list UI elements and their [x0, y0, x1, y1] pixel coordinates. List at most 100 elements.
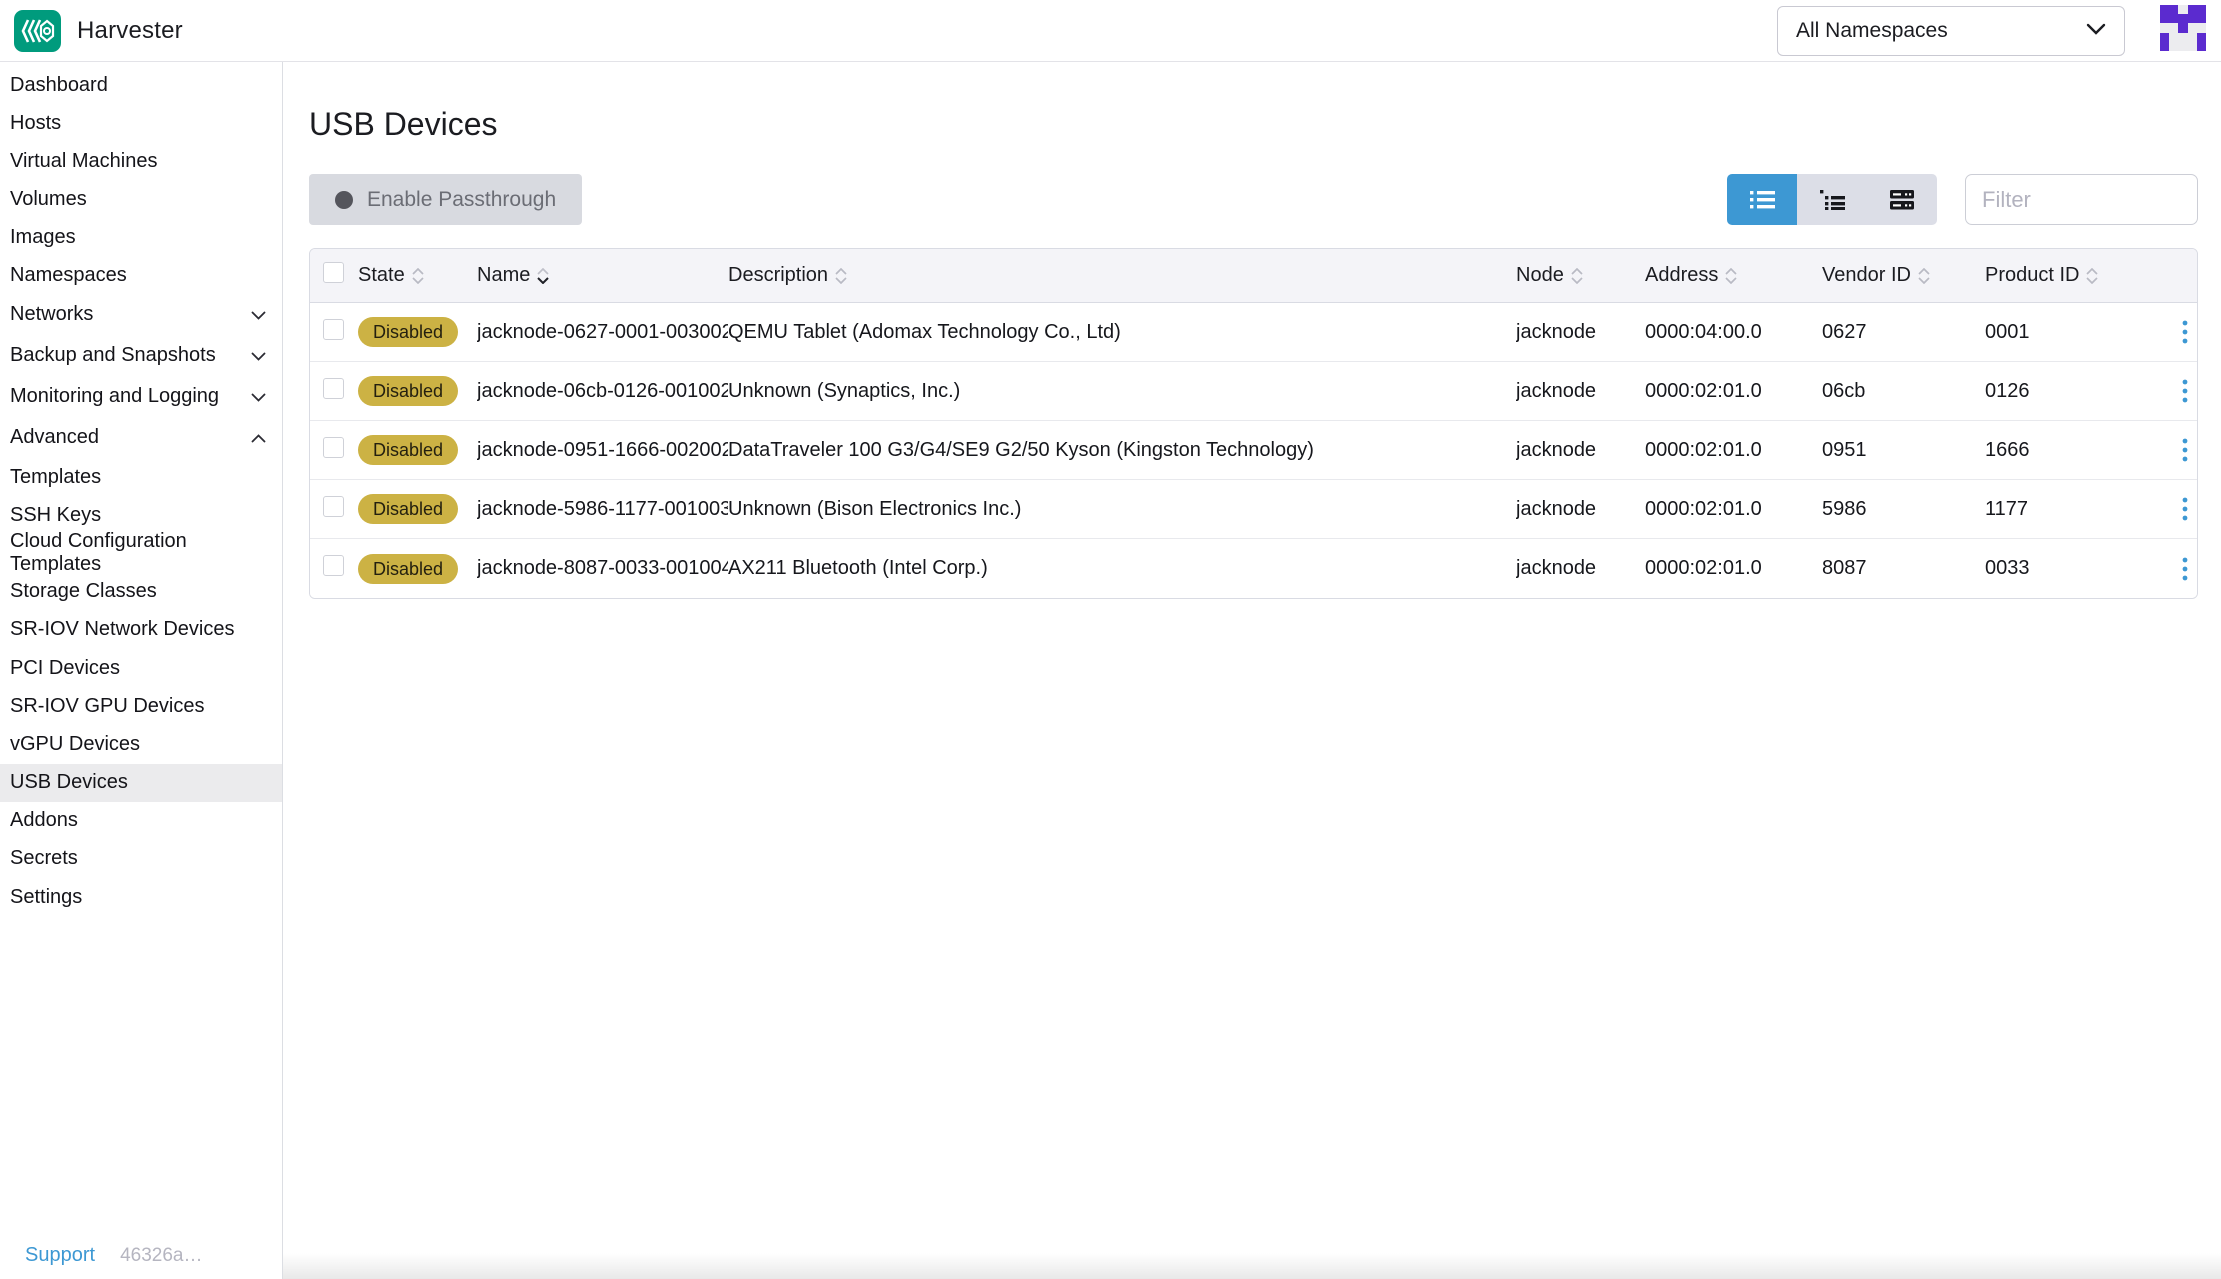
version-label: 46326a…	[120, 1245, 202, 1267]
sidebar-item-templates[interactable]: Templates	[0, 458, 282, 496]
select-all-checkbox[interactable]	[323, 262, 344, 283]
namespace-selected-value: All Namespaces	[1796, 19, 1948, 43]
sidebar-item-pci-devices[interactable]: PCI Devices	[0, 649, 282, 687]
device-name: jacknode-0627-0001-003002	[477, 321, 728, 344]
sidebar-group-monitoring-and-logging[interactable]: Monitoring and Logging	[0, 376, 282, 417]
chevron-down-icon	[251, 303, 266, 326]
sidebar-item-images[interactable]: Images	[0, 218, 282, 256]
sidebar-item-ssh-keys[interactable]: SSH Keys	[0, 496, 282, 534]
sidebar-item-vgpu-devices[interactable]: vGPU Devices	[0, 725, 282, 763]
chevron-down-icon	[251, 385, 266, 408]
column-header-product-id[interactable]: Product ID	[1985, 264, 2172, 287]
chevron-down-icon	[251, 344, 266, 367]
device-description: Unknown (Synaptics, Inc.)	[728, 380, 1516, 403]
circle-icon	[335, 191, 353, 209]
device-name: jacknode-5986-1177-001003	[477, 498, 728, 521]
row-checkbox[interactable]	[323, 496, 344, 517]
table-row: Disabled jacknode-8087-0033-001004 AX211…	[310, 539, 2197, 598]
status-badge: Disabled	[358, 435, 458, 465]
vertical-ellipsis-icon	[2182, 438, 2188, 462]
top-bar: Harvester All Namespaces	[0, 0, 2221, 62]
status-badge: Disabled	[358, 494, 458, 524]
row-checkbox[interactable]	[323, 378, 344, 399]
view-taxonomy-button[interactable]	[1797, 174, 1867, 225]
row-actions-button[interactable]	[2174, 553, 2196, 585]
column-header-state[interactable]: State	[358, 264, 477, 287]
list-view-icon	[1750, 190, 1775, 209]
sidebar-footer: Support 46326a…	[25, 1244, 202, 1267]
row-actions-button[interactable]	[2174, 375, 2196, 407]
device-name: jacknode-8087-0033-001004	[477, 557, 728, 580]
table-row: Disabled jacknode-0951-1666-002002 DataT…	[310, 421, 2197, 480]
namespace-selector[interactable]: All Namespaces	[1777, 6, 2125, 56]
device-product-id: 1177	[1985, 498, 2172, 521]
sidebar-item-sr-iov-network-devices[interactable]: SR-IOV Network Devices	[0, 611, 282, 649]
view-list-button[interactable]	[1727, 174, 1797, 225]
device-description: DataTraveler 100 G3/G4/SE9 G2/50 Kyson (…	[728, 439, 1516, 462]
vertical-ellipsis-icon	[2182, 497, 2188, 521]
device-name: jacknode-06cb-0126-001002	[477, 380, 728, 403]
actions-row: Enable Passthrough	[309, 174, 2198, 225]
row-actions-button[interactable]	[2174, 316, 2196, 348]
sort-icon	[1918, 268, 1930, 284]
column-header-vendor-id[interactable]: Vendor ID	[1822, 264, 1985, 287]
sort-icon	[835, 268, 847, 284]
row-checkbox[interactable]	[323, 319, 344, 340]
device-product-id: 0126	[1985, 380, 2172, 403]
sidebar-group-networks[interactable]: Networks	[0, 294, 282, 335]
table-row: Disabled jacknode-06cb-0126-001002 Unkno…	[310, 362, 2197, 421]
device-address: 0000:02:01.0	[1645, 439, 1822, 462]
device-vendor-id: 06cb	[1822, 380, 1985, 403]
sidebar-item-addons[interactable]: Addons	[0, 802, 282, 840]
user-avatar[interactable]	[2160, 5, 2206, 51]
column-header-node[interactable]: Node	[1516, 264, 1645, 287]
device-name: jacknode-0951-1666-002002	[477, 439, 728, 462]
vertical-ellipsis-icon	[2182, 379, 2188, 403]
row-actions-button[interactable]	[2174, 493, 2196, 525]
device-vendor-id: 0627	[1822, 321, 1985, 344]
support-link[interactable]: Support	[25, 1244, 95, 1267]
chevron-up-icon	[251, 426, 266, 449]
config-view-icon	[1890, 190, 1914, 210]
row-actions-button[interactable]	[2174, 434, 2196, 466]
column-header-description[interactable]: Description	[728, 264, 1516, 287]
select-all-cell	[310, 262, 358, 289]
enable-passthrough-button[interactable]: Enable Passthrough	[309, 174, 582, 225]
device-node: jacknode	[1516, 321, 1645, 344]
row-checkbox[interactable]	[323, 437, 344, 458]
row-checkbox[interactable]	[323, 555, 344, 576]
device-vendor-id: 0951	[1822, 439, 1985, 462]
device-product-id: 1666	[1985, 439, 2172, 462]
vertical-ellipsis-icon	[2182, 320, 2188, 344]
harvester-logo-icon	[14, 10, 61, 52]
sidebar-item-sr-iov-gpu-devices[interactable]: SR-IOV GPU Devices	[0, 687, 282, 725]
device-product-id: 0033	[1985, 557, 2172, 580]
sidebar-item-settings[interactable]: Settings	[0, 878, 282, 916]
device-address: 0000:02:01.0	[1645, 380, 1822, 403]
sidebar-item-storage-classes[interactable]: Storage Classes	[0, 573, 282, 611]
sidebar-item-dashboard[interactable]: Dashboard	[0, 66, 282, 104]
device-address: 0000:04:00.0	[1645, 321, 1822, 344]
column-header-name[interactable]: Name	[477, 264, 728, 287]
device-product-id: 0001	[1985, 321, 2172, 344]
chevron-down-icon	[2086, 22, 2106, 40]
status-badge: Disabled	[358, 554, 458, 584]
device-description: AX211 Bluetooth (Intel Corp.)	[728, 557, 1516, 580]
sort-icon	[1571, 268, 1583, 284]
sidebar-item-virtual-machines[interactable]: Virtual Machines	[0, 142, 282, 180]
status-badge: Disabled	[358, 376, 458, 406]
sidebar-item-namespaces[interactable]: Namespaces	[0, 256, 282, 294]
column-header-address[interactable]: Address	[1645, 264, 1822, 287]
sidebar-item-cloud-configuration-templates[interactable]: Cloud Configuration Templates	[0, 534, 282, 572]
view-config-button[interactable]	[1867, 174, 1937, 225]
sidebar-item-volumes[interactable]: Volumes	[0, 180, 282, 218]
sidebar-group-backup-and-snapshots[interactable]: Backup and Snapshots	[0, 335, 282, 376]
harvester-app: Harvester All Namespaces Dashboard Hosts…	[0, 0, 2221, 1279]
sidebar-group-advanced[interactable]: Advanced	[0, 417, 282, 458]
device-address: 0000:02:01.0	[1645, 557, 1822, 580]
sidebar-item-secrets[interactable]: Secrets	[0, 840, 282, 878]
device-description: QEMU Tablet (Adomax Technology Co., Ltd)	[728, 321, 1516, 344]
sidebar-item-usb-devices[interactable]: USB Devices	[0, 764, 282, 802]
filter-input[interactable]	[1965, 174, 2198, 225]
sidebar-item-hosts[interactable]: Hosts	[0, 104, 282, 142]
